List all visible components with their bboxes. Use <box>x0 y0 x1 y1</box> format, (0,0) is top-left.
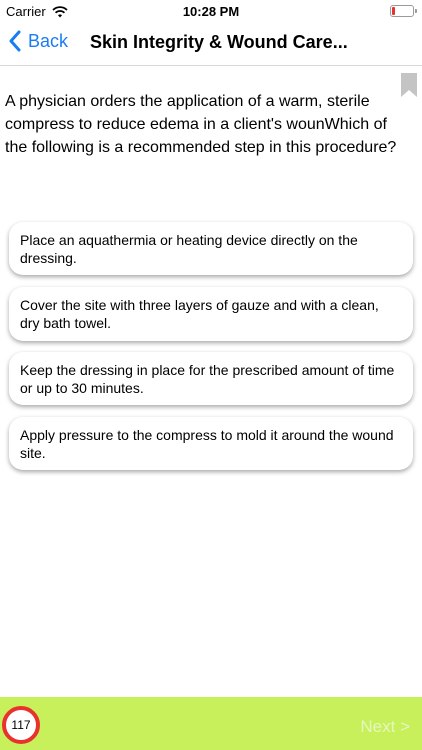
answer-option-text: Place an aquathermia or heating device d… <box>20 232 358 266</box>
navigation-bar: Back Skin Integrity & Wound Care... <box>0 22 422 66</box>
back-button[interactable]: Back <box>8 30 68 52</box>
status-bar: Carrier 10:28 PM <box>0 0 422 22</box>
question-text: A physician orders the application of a … <box>5 93 397 156</box>
back-label: Back <box>28 30 69 51</box>
answer-option-2[interactable]: Cover the site with three layers of gauz… <box>9 287 413 341</box>
chevron-left-icon <box>9 30 21 52</box>
question-counter: 117 <box>11 718 31 732</box>
battery-icon <box>390 5 417 17</box>
answer-option-text: Apply pressure to the compress to mold i… <box>20 427 394 461</box>
answer-option-3[interactable]: Keep the dressing in place for the presc… <box>9 352 413 405</box>
next-button[interactable]: Next > <box>360 717 410 737</box>
answer-option-4[interactable]: Apply pressure to the compress to mold i… <box>9 417 413 470</box>
answer-option-text: Cover the site with three layers of gauz… <box>20 297 379 331</box>
page-title: Skin Integrity & Wound Care... <box>90 32 348 52</box>
status-time: 10:28 PM <box>182 4 240 19</box>
answer-option-text: Keep the dressing in place for the presc… <box>20 362 395 396</box>
footer-bar: 117 Next > <box>0 697 422 750</box>
answer-option-1[interactable]: Place an aquathermia or heating device d… <box>9 222 413 275</box>
